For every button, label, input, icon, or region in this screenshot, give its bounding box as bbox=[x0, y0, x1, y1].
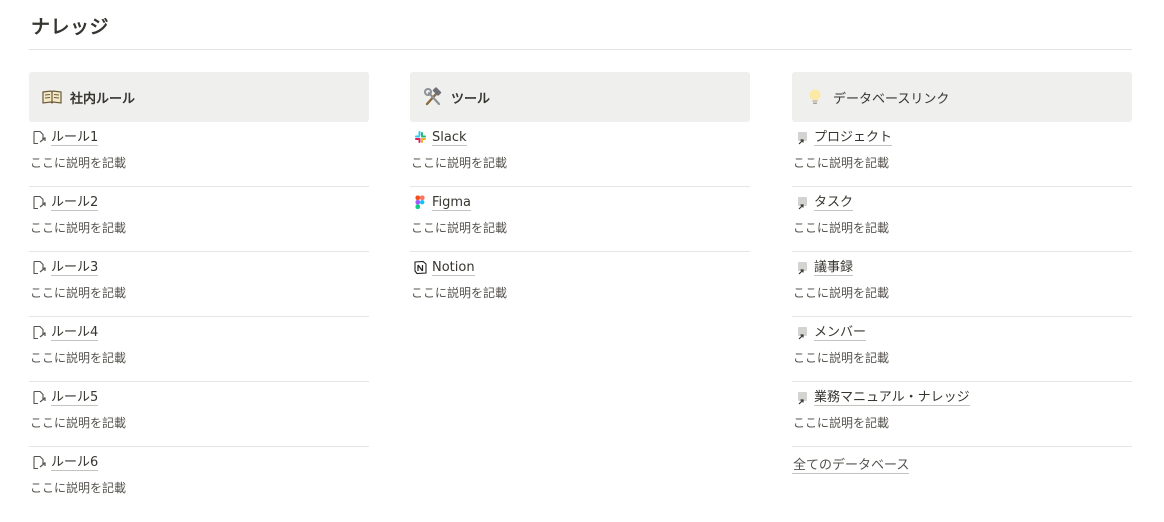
list-item: ルール6 ここに説明を記載 bbox=[29, 447, 369, 512]
page-link-icon bbox=[31, 130, 47, 146]
column-tools: ツール Slack ここに説明を記載 Figma ここに説明を記載 Notion… bbox=[410, 72, 750, 317]
list-item: ルール5 ここに説明を記載 bbox=[29, 382, 369, 447]
notion-link[interactable]: Notion bbox=[410, 259, 750, 276]
manual-knowledge-db-link[interactable]: 業務マニュアル・ナレッジ bbox=[792, 389, 1132, 406]
item-description: ここに説明を記載 bbox=[30, 221, 127, 235]
link-label[interactable]: Notion bbox=[432, 260, 475, 276]
link-label[interactable]: Figma bbox=[432, 195, 472, 211]
list-item: ルール4 ここに説明を記載 bbox=[29, 317, 369, 382]
link-label[interactable]: メンバー bbox=[814, 325, 867, 341]
link-label[interactable]: ルール5 bbox=[51, 390, 99, 406]
list-item: ルール3 ここに説明を記載 bbox=[29, 252, 369, 317]
database-link-icon bbox=[794, 260, 810, 276]
list-item: ルール1 ここに説明を記載 bbox=[29, 122, 369, 187]
list-item: ルール2 ここに説明を記載 bbox=[29, 187, 369, 252]
column-title: データベースリンク bbox=[833, 91, 950, 107]
page-link-icon bbox=[31, 195, 47, 211]
list-item: Slack ここに説明を記載 bbox=[410, 122, 750, 187]
figma-icon bbox=[412, 195, 428, 211]
page-title: ナレッジ bbox=[31, 16, 110, 38]
column-header: ツール bbox=[410, 72, 750, 122]
rule-5-link[interactable]: ルール5 bbox=[29, 389, 369, 406]
link-label[interactable]: ルール4 bbox=[51, 325, 99, 341]
item-description: ここに説明を記載 bbox=[411, 221, 508, 235]
link-label[interactable]: Slack bbox=[432, 130, 467, 146]
link-label[interactable]: プロジェクト bbox=[814, 130, 893, 146]
item-description: ここに説明を記載 bbox=[793, 221, 890, 235]
list-item: 業務マニュアル・ナレッジ ここに説明を記載 bbox=[792, 382, 1132, 447]
column-database-links: データベースリンク プロジェクト ここに説明を記載 タスク ここに説明を記載 議… bbox=[792, 72, 1132, 474]
page-link-icon bbox=[31, 325, 47, 341]
link-label[interactable]: ルール2 bbox=[51, 195, 99, 211]
database-link-icon bbox=[794, 390, 810, 406]
item-description: ここに説明を記載 bbox=[30, 286, 127, 300]
page-link-icon bbox=[31, 390, 47, 406]
rule-6-link[interactable]: ルール6 bbox=[29, 454, 369, 471]
list-item: タスク ここに説明を記載 bbox=[792, 187, 1132, 252]
item-description: ここに説明を記載 bbox=[411, 156, 508, 170]
light-bulb-icon bbox=[805, 87, 825, 107]
link-label[interactable]: ルール6 bbox=[51, 455, 99, 471]
item-description: ここに説明を記載 bbox=[793, 286, 890, 300]
project-db-link[interactable]: プロジェクト bbox=[792, 129, 1132, 146]
item-description: ここに説明を記載 bbox=[30, 481, 127, 495]
page-link-icon bbox=[31, 260, 47, 276]
link-label[interactable]: ルール1 bbox=[51, 130, 99, 146]
rule-4-link[interactable]: ルール4 bbox=[29, 324, 369, 341]
list-item: 議事録 ここに説明を記載 bbox=[792, 252, 1132, 317]
list-item: Notion ここに説明を記載 bbox=[410, 252, 750, 317]
all-databases-link[interactable]: 全てのデータベース bbox=[792, 458, 910, 474]
rule-3-link[interactable]: ルール3 bbox=[29, 259, 369, 276]
column-header: データベースリンク bbox=[792, 72, 1132, 122]
link-label[interactable]: 業務マニュアル・ナレッジ bbox=[814, 390, 970, 406]
database-link-icon bbox=[794, 195, 810, 211]
rule-2-link[interactable]: ルール2 bbox=[29, 194, 369, 211]
slack-link[interactable]: Slack bbox=[410, 129, 750, 146]
rule-1-link[interactable]: ルール1 bbox=[29, 129, 369, 146]
item-description: ここに説明を記載 bbox=[30, 351, 127, 365]
item-description: ここに説明を記載 bbox=[30, 416, 127, 430]
open-book-icon bbox=[42, 87, 62, 107]
database-link-icon bbox=[794, 130, 810, 146]
column-title: 社内ルール bbox=[70, 91, 136, 107]
figma-link[interactable]: Figma bbox=[410, 194, 750, 211]
title-divider bbox=[29, 49, 1132, 50]
list-item: プロジェクト ここに説明を記載 bbox=[792, 122, 1132, 187]
slack-icon bbox=[412, 130, 428, 146]
minutes-db-link[interactable]: 議事録 bbox=[792, 259, 1132, 276]
page-link-icon bbox=[31, 455, 47, 471]
members-db-link[interactable]: メンバー bbox=[792, 324, 1132, 341]
database-link-icon bbox=[794, 325, 810, 341]
list-item: Figma ここに説明を記載 bbox=[410, 187, 750, 252]
item-description: ここに説明を記載 bbox=[793, 416, 890, 430]
column-header: 社内ルール bbox=[29, 72, 369, 122]
link-label[interactable]: タスク bbox=[814, 195, 854, 211]
hammer-wrench-icon bbox=[423, 87, 443, 107]
notion-icon bbox=[412, 260, 428, 276]
link-label[interactable]: ルール3 bbox=[51, 260, 99, 276]
item-description: ここに説明を記載 bbox=[30, 156, 127, 170]
item-description: ここに説明を記載 bbox=[411, 286, 508, 300]
column-title: ツール bbox=[451, 91, 491, 107]
link-label[interactable]: 議事録 bbox=[814, 260, 854, 276]
list-item: メンバー ここに説明を記載 bbox=[792, 317, 1132, 382]
item-description: ここに説明を記載 bbox=[793, 156, 890, 170]
item-description: ここに説明を記載 bbox=[793, 351, 890, 365]
task-db-link[interactable]: タスク bbox=[792, 194, 1132, 211]
column-rules: 社内ルール ルール1 ここに説明を記載 ルール2 ここに説明を記載 ルール3 こ… bbox=[29, 72, 369, 512]
